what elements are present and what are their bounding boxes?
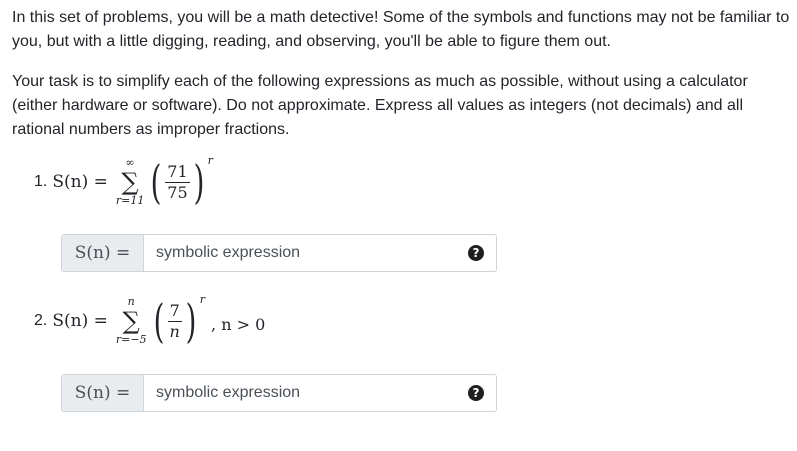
problem-1-expression: 1. S(n) = ∞ ∑ r=11 ( 71 75 ) r	[34, 152, 219, 212]
right-paren: )	[193, 155, 205, 209]
sum-lower-limit: r=11	[115, 194, 145, 207]
exponent: r	[207, 154, 213, 167]
problem-2-expression: 2. S(n) = n ∑ r=−5 ( 7 n ) r , n > 0	[34, 291, 265, 351]
sum-lower-limit: r=−5	[115, 333, 147, 346]
condition: , n > 0	[211, 314, 266, 334]
fraction: 71 75	[165, 161, 190, 202]
answer-input-group-1: S(n) = ?	[61, 234, 497, 272]
answer-input[interactable]	[144, 235, 456, 271]
left-paren: (	[150, 155, 162, 209]
sigma-symbol: ∑	[121, 168, 139, 196]
question-circle-icon: ?	[468, 385, 484, 401]
problem-number: 1.	[34, 173, 48, 190]
fraction-numerator: 71	[165, 161, 190, 183]
right-paren: )	[185, 294, 197, 348]
problem-number: 2.	[34, 312, 48, 329]
help-button[interactable]: ?	[456, 375, 496, 411]
fraction-denominator: n	[169, 321, 180, 341]
problem-lhs: S(n) =	[52, 311, 108, 331]
problem-lhs: S(n) =	[52, 172, 108, 192]
fraction: 7 n	[167, 300, 182, 341]
intro-paragraph-1: In this set of problems, you will be a m…	[12, 9, 790, 50]
answer-label: S(n) =	[62, 235, 144, 271]
left-paren: (	[153, 294, 164, 348]
summation: ∞ ∑ r=11	[116, 157, 144, 207]
answer-input[interactable]	[144, 375, 456, 411]
fraction-numerator: 7	[167, 300, 182, 322]
question-circle-icon: ?	[468, 245, 484, 261]
exponent: r	[199, 293, 206, 306]
sigma-symbol: ∑	[122, 307, 140, 335]
intro-paragraph-2: Your task is to simplify each of the fol…	[12, 73, 748, 138]
fraction-denominator: 75	[167, 182, 188, 202]
summation: n ∑ r=−5	[116, 296, 147, 346]
answer-input-group-2: S(n) = ?	[61, 374, 497, 412]
answer-label: S(n) =	[62, 375, 144, 411]
help-button[interactable]: ?	[456, 235, 496, 271]
